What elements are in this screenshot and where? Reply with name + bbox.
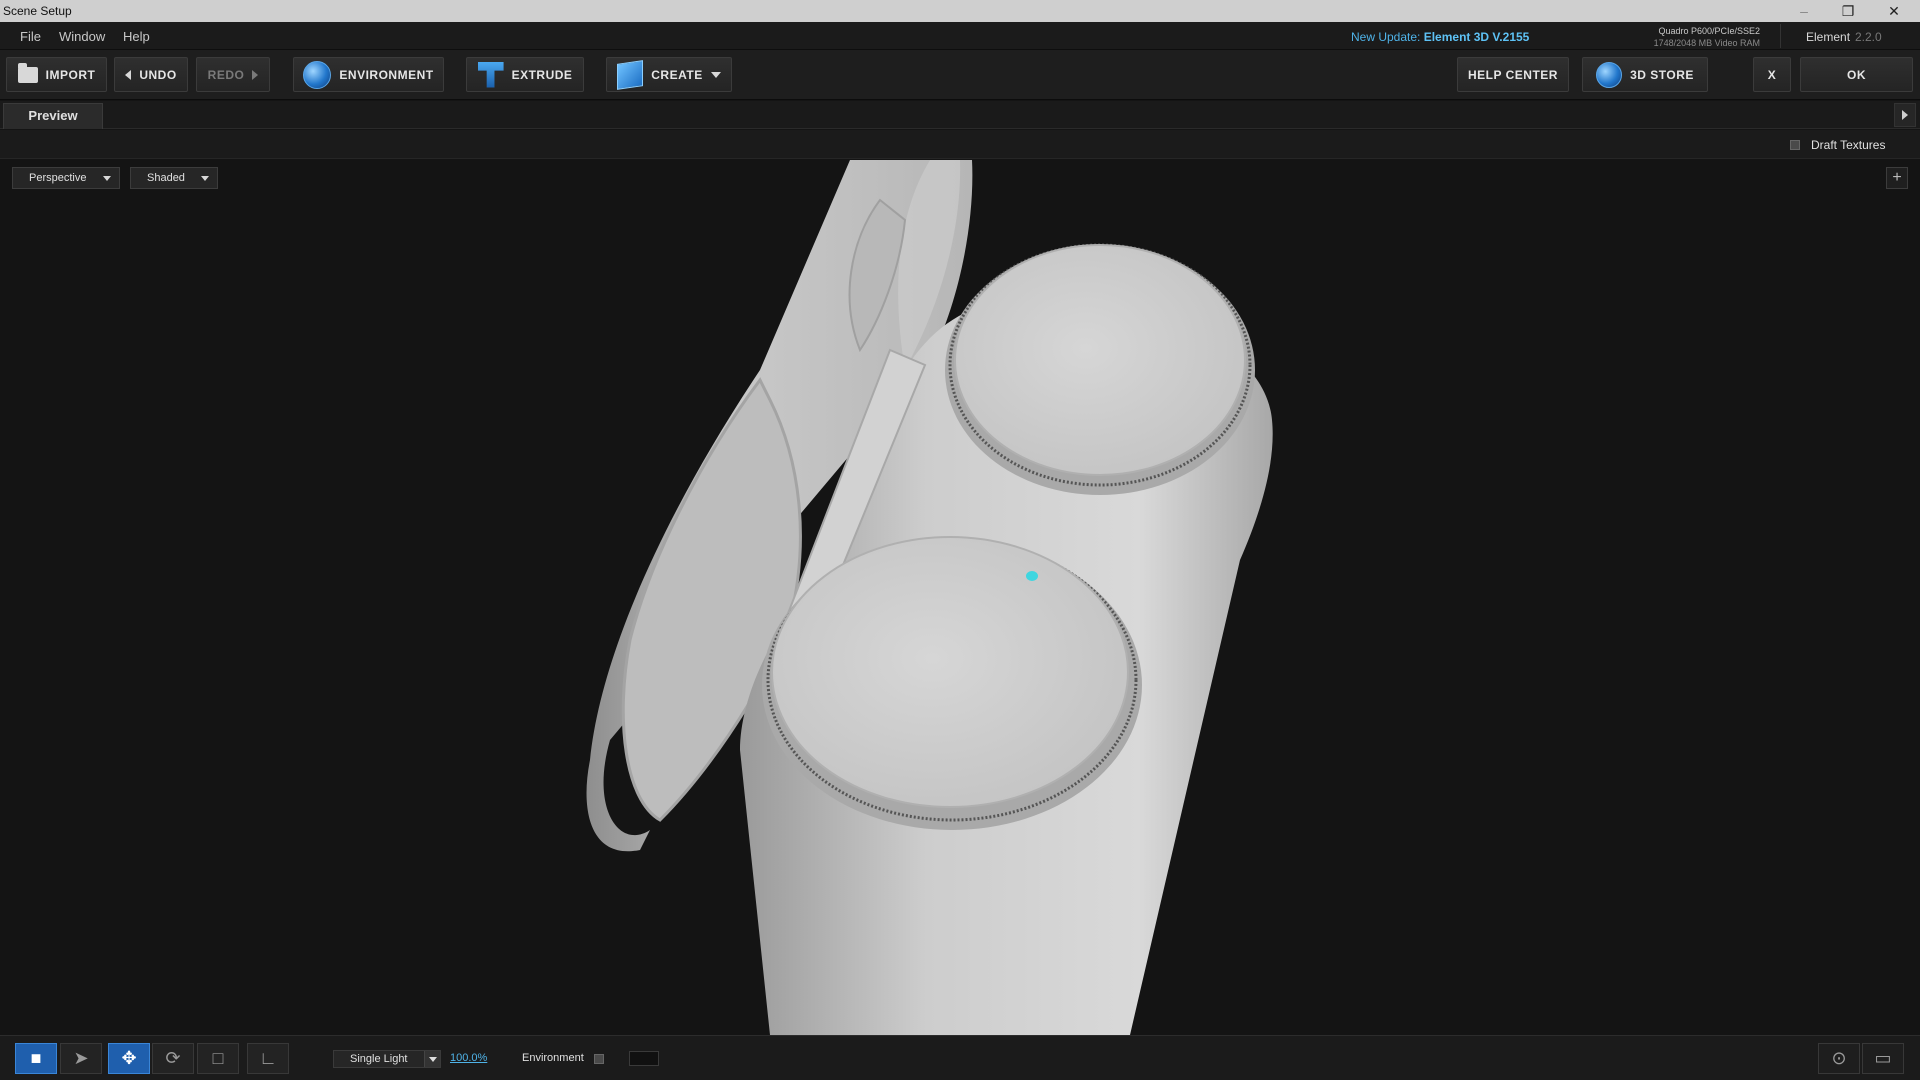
chevron-right-icon	[1902, 110, 1908, 120]
ok-label: OK	[1847, 67, 1866, 82]
bottom-toolbar: ■ ➤ ✥ ⟳ □ ∟ Single Light 100.0% Environm…	[0, 1035, 1920, 1080]
update-notice[interactable]: New Update: Element 3D V.2155	[1351, 30, 1529, 44]
shading-mode-value: Shaded	[147, 172, 185, 184]
scale-icon: □	[212, 1048, 224, 1068]
menu-bar: File Window Help New Update: Element 3D …	[0, 22, 1920, 50]
create-button[interactable]: CREATE	[606, 57, 732, 92]
folder-icon	[17, 62, 38, 83]
product-name: Element	[1806, 30, 1851, 44]
rotate-icon: ⟳	[165, 1048, 181, 1068]
chevron-down-icon	[201, 176, 209, 181]
menu-separator	[1780, 24, 1781, 48]
chevron-down-icon	[424, 1051, 440, 1067]
extrude-label: EXTRUDE	[511, 67, 573, 82]
axis-icon: ∟	[259, 1048, 277, 1068]
camera-view-dropdown[interactable]: Perspective	[12, 167, 120, 189]
main-toolbar: IMPORT UNDO REDO ENVIRONMENT EXTRUDE CRE…	[0, 50, 1920, 100]
update-prefix: New Update:	[1351, 30, 1421, 44]
create-label: CREATE	[651, 67, 703, 82]
gpu-info: Quadro P600/PCIe/SSE2 1748/2048 MB Video…	[1620, 25, 1760, 49]
camera-view-value: Perspective	[29, 172, 87, 184]
light-preset-select[interactable]: Single Light	[333, 1050, 441, 1068]
viewport-options-bar: Draft Textures	[0, 130, 1920, 159]
title-bar: Scene Setup – ❐ ✕	[0, 0, 1920, 22]
menu-help[interactable]: Help	[123, 29, 150, 44]
close-window-button[interactable]: ✕	[1872, 0, 1916, 22]
draft-textures-label: Draft Textures	[1811, 138, 1886, 152]
minimize-button[interactable]: –	[1782, 0, 1826, 22]
environment-label: Environment	[522, 1052, 584, 1064]
help-center-button[interactable]: HELP CENTER	[1457, 57, 1569, 92]
3d-viewport[interactable]: Perspective Shaded +	[0, 160, 1920, 1035]
menu-file[interactable]: File	[20, 29, 41, 44]
crosshair-icon: ⊙	[1831, 1048, 1847, 1068]
redo-label: REDO	[207, 67, 245, 82]
axis-tool-button[interactable]: ∟	[247, 1043, 289, 1074]
window-title: Scene Setup	[3, 4, 72, 18]
camera-tool-button[interactable]: ■	[15, 1043, 57, 1074]
maximize-viewport-icon[interactable]: +	[1886, 167, 1908, 189]
undo-button[interactable]: UNDO	[114, 57, 188, 92]
redo-button[interactable]: REDO	[196, 57, 270, 92]
cube-icon	[617, 59, 644, 90]
3d-store-button[interactable]: 3D STORE	[1582, 57, 1708, 92]
cancel-button[interactable]: X	[1753, 57, 1791, 92]
help-center-label: HELP CENTER	[1468, 67, 1558, 82]
status-indicator-light	[1026, 571, 1038, 581]
extrude-button[interactable]: EXTRUDE	[466, 57, 584, 92]
light-intensity-value[interactable]: 100.0%	[450, 1052, 487, 1064]
arrow-right-icon	[252, 69, 259, 80]
monitor-icon: ▭	[1874, 1048, 1892, 1068]
cancel-label: X	[1767, 67, 1777, 82]
environment-button[interactable]: ENVIRONMENT	[293, 57, 444, 92]
tab-preview[interactable]: Preview	[3, 103, 103, 129]
ok-button[interactable]: OK	[1800, 57, 1913, 92]
import-button[interactable]: IMPORT	[6, 57, 107, 92]
chevron-down-icon	[103, 176, 111, 181]
move-arrows-icon: ✥	[121, 1048, 137, 1068]
charging-pad-top	[945, 243, 1255, 495]
store-globe-icon	[1596, 61, 1623, 88]
move-tool-button[interactable]: ✥	[108, 1043, 150, 1074]
target-tool-button[interactable]: ⊙	[1818, 1043, 1860, 1074]
product-version: 2.2.0	[1855, 30, 1882, 44]
camera-icon: ■	[30, 1048, 42, 1068]
undo-label: UNDO	[139, 67, 177, 82]
import-label: IMPORT	[45, 67, 96, 82]
panel-toggle-button[interactable]	[1894, 103, 1916, 127]
scale-tool-button[interactable]: □	[197, 1043, 239, 1074]
environment-color-swatch[interactable]	[629, 1051, 659, 1066]
cursor-icon: ➤	[73, 1048, 89, 1068]
restore-button[interactable]: ❐	[1826, 0, 1870, 22]
rotate-tool-button[interactable]: ⟳	[152, 1043, 194, 1074]
display-settings-button[interactable]: ▭	[1862, 1043, 1904, 1074]
menu-window[interactable]: Window	[59, 29, 105, 44]
environment-checkbox[interactable]	[594, 1054, 604, 1064]
extrude-text-icon	[477, 61, 504, 88]
light-preset-value: Single Light	[350, 1053, 408, 1065]
chevron-down-icon	[710, 71, 721, 78]
arrow-left-icon	[125, 69, 132, 80]
tab-bar: Preview	[0, 101, 1920, 129]
gpu-name: Quadro P600/PCIe/SSE2	[1658, 26, 1760, 36]
globe-icon	[303, 60, 332, 89]
shading-mode-dropdown[interactable]: Shaded	[130, 167, 218, 189]
environment-label: ENVIRONMENT	[339, 67, 434, 82]
select-tool-button[interactable]: ➤	[60, 1043, 102, 1074]
store-label: 3D STORE	[1630, 67, 1694, 82]
draft-textures-checkbox[interactable]	[1790, 140, 1800, 150]
gpu-ram: 1748/2048 MB Video RAM	[1653, 38, 1760, 48]
update-link[interactable]: Element 3D V.2155	[1424, 30, 1530, 44]
scene-render	[586, 160, 1273, 1035]
